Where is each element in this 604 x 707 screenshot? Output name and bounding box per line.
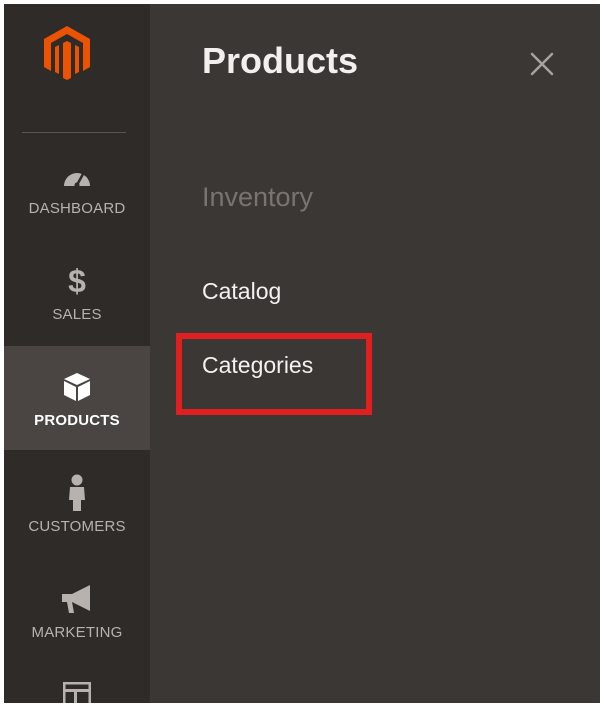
sidebar-item-label: DASHBOARD xyxy=(28,200,126,217)
sidebar-item-label: MARKETING xyxy=(31,624,123,641)
layout-icon xyxy=(63,682,91,703)
admin-sidebar: DASHBOARD $ SALES PRODUCTS CUSTOMERS MAR… xyxy=(4,4,150,703)
megaphone-icon xyxy=(62,585,90,613)
sidebar-item-dashboard[interactable]: DASHBOARD xyxy=(4,140,150,244)
sidebar-item-sales[interactable]: $ SALES xyxy=(4,246,150,350)
svg-text:$: $ xyxy=(68,264,86,298)
sidebar-item-customers[interactable]: CUSTOMERS xyxy=(4,456,150,560)
dollar-icon: $ xyxy=(68,264,86,298)
person-icon xyxy=(69,474,85,511)
sidebar-item-label: CUSTOMERS xyxy=(28,518,126,535)
highlight-annotation-box xyxy=(176,333,372,415)
close-icon xyxy=(530,52,554,76)
section-heading-inventory: Inventory xyxy=(202,182,314,212)
close-button[interactable] xyxy=(522,44,562,84)
box-icon xyxy=(64,373,90,401)
sidebar-item-label: PRODUCTS xyxy=(34,412,120,429)
sidebar-item-label: SALES xyxy=(52,306,102,323)
dashboard-icon xyxy=(64,173,90,188)
products-submenu-panel: Products Inventory Catalog Categories xyxy=(150,4,600,703)
menu-link-catalog[interactable]: Catalog xyxy=(202,278,281,305)
sidebar-item-content[interactable] xyxy=(4,668,150,703)
admin-frame: DASHBOARD $ SALES PRODUCTS CUSTOMERS MAR… xyxy=(4,4,600,703)
panel-title: Products xyxy=(202,40,359,81)
sidebar-divider xyxy=(22,132,126,133)
sidebar-item-products[interactable]: PRODUCTS xyxy=(4,346,150,450)
sidebar-item-marketing[interactable]: MARKETING xyxy=(4,562,150,666)
magento-logo-icon[interactable] xyxy=(44,26,90,80)
